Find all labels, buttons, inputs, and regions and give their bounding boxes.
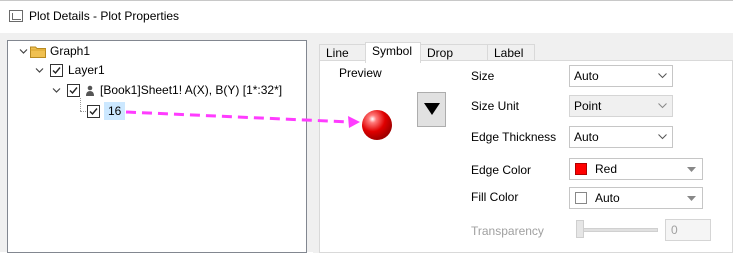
symbol-preview-circle (362, 110, 392, 140)
annotation-overlay (125, 110, 392, 140)
dashed-arrow-line (125, 110, 351, 124)
arrow-head-icon (348, 116, 360, 128)
tab-symbol[interactable]: Symbol (365, 42, 421, 63)
plot-details-window: Plot Details - Plot Properties Graph1 La… (0, 0, 733, 253)
